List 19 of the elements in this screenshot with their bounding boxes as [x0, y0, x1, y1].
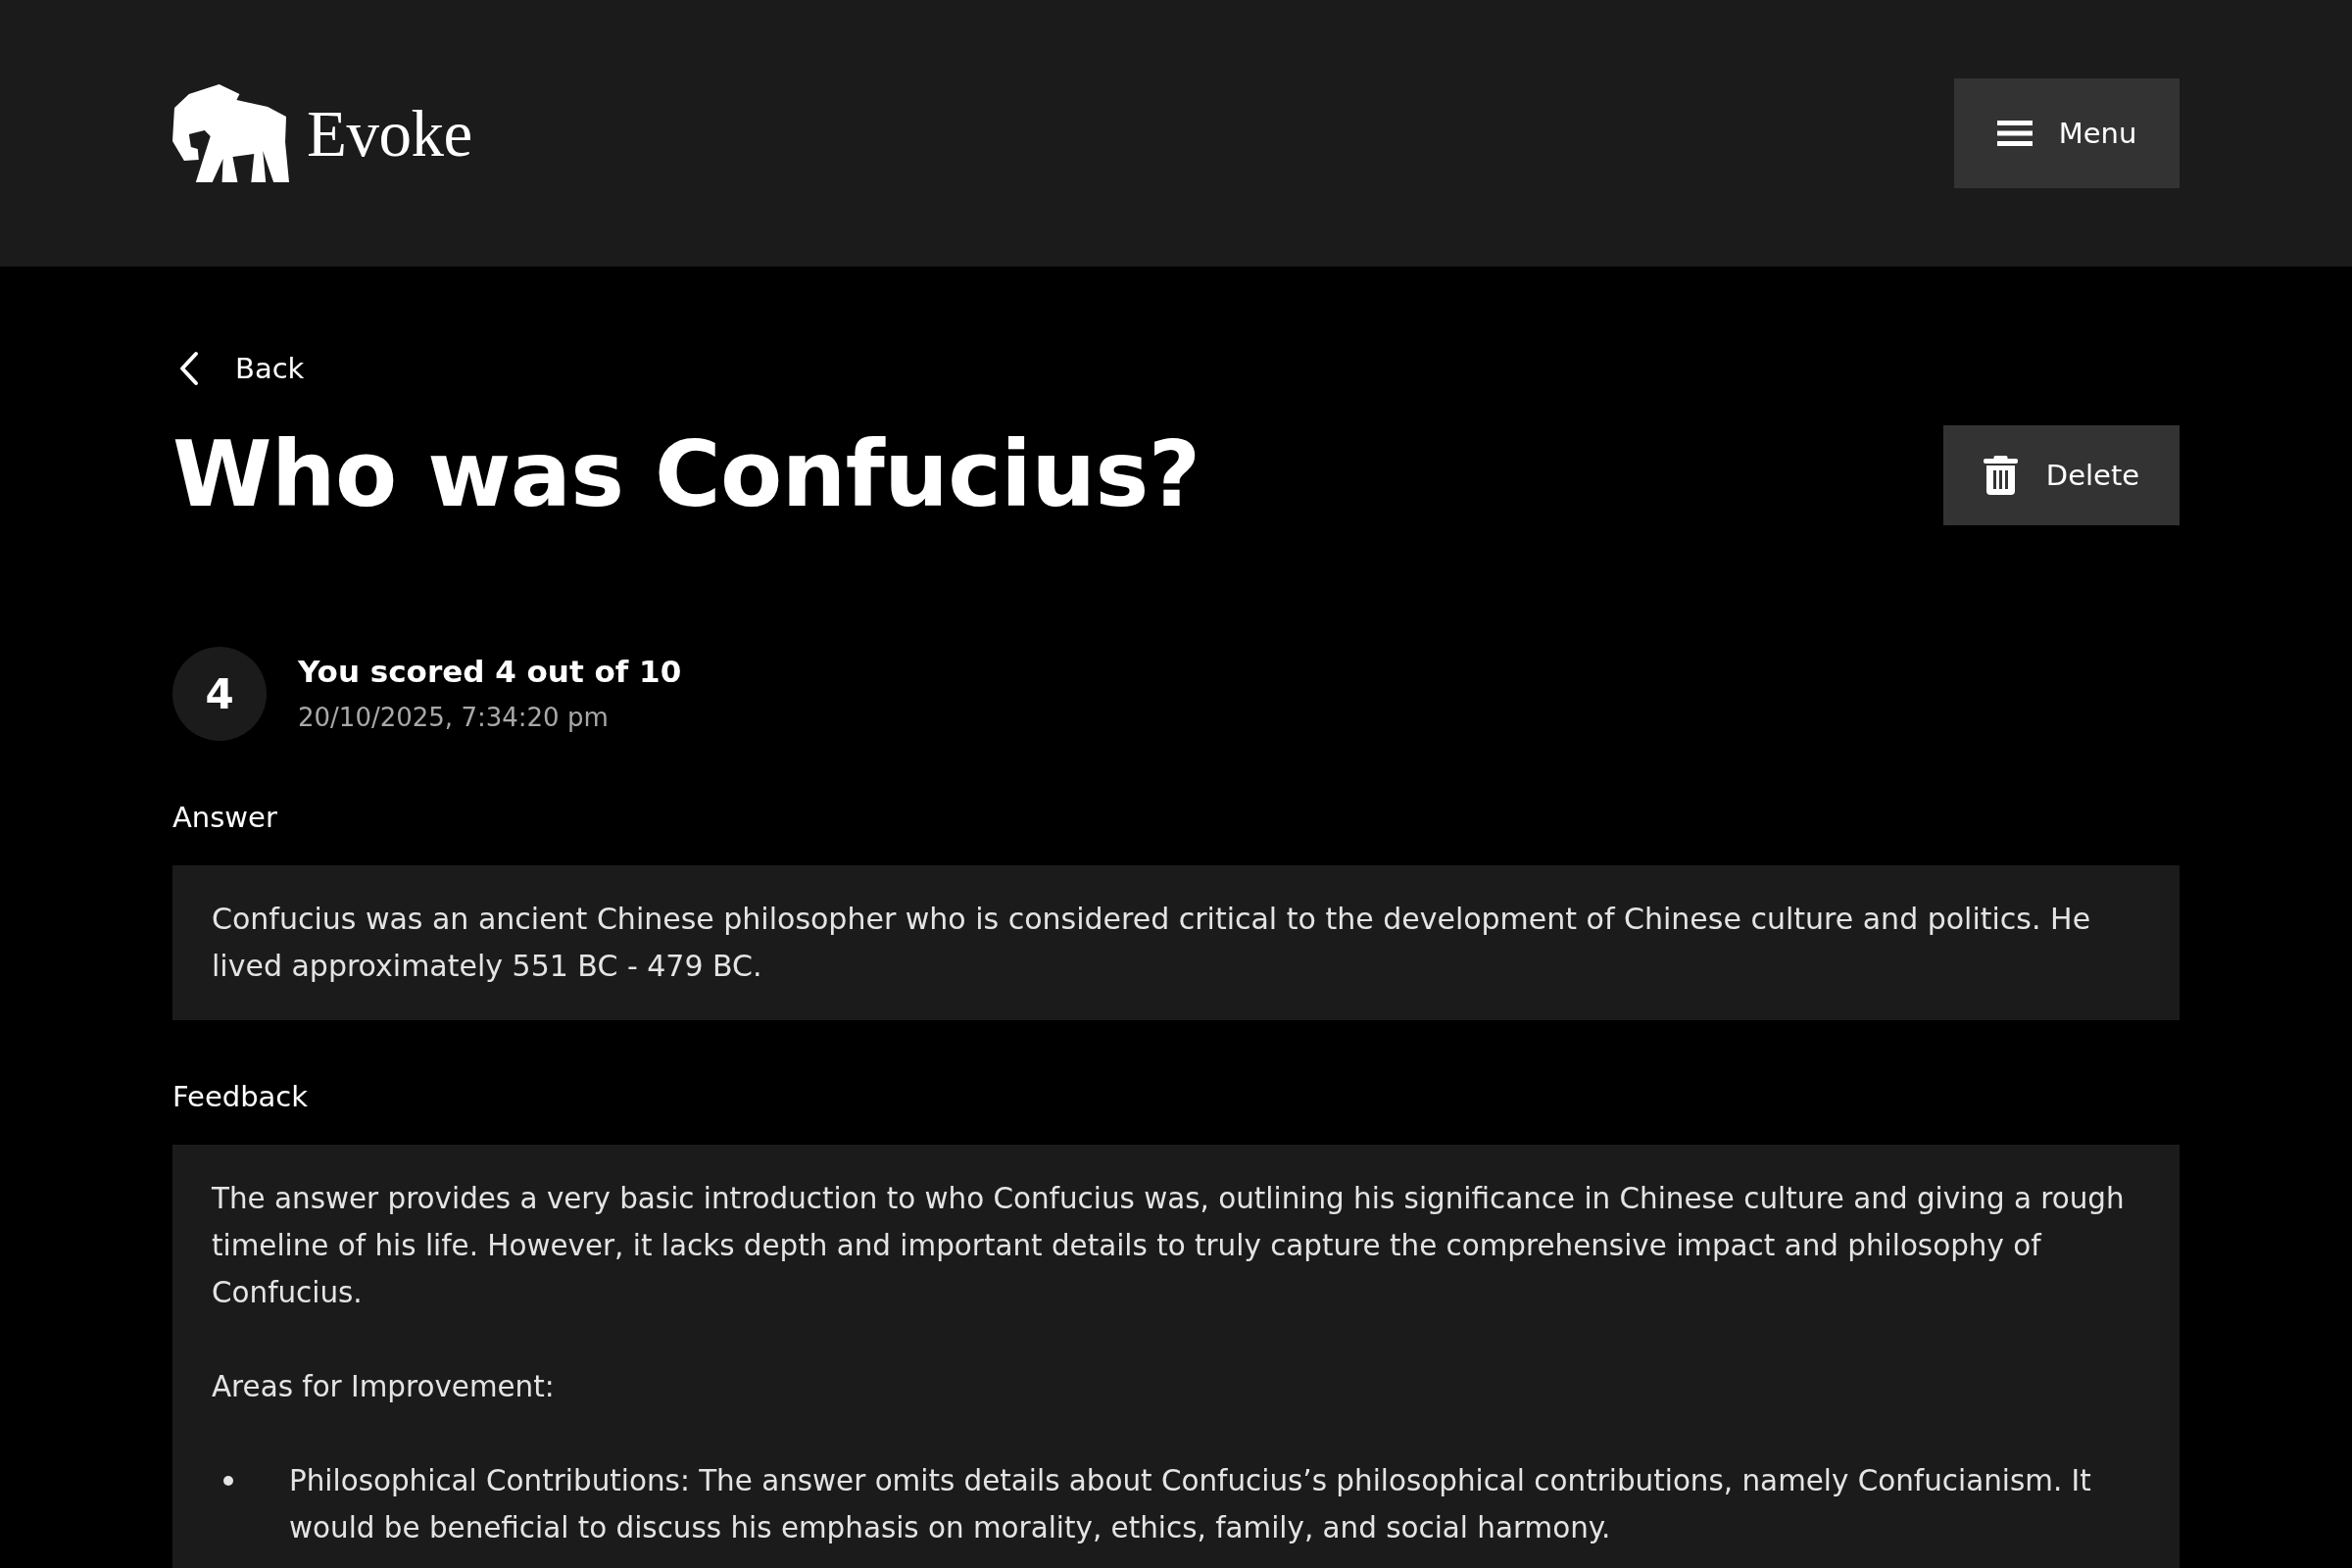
feedback-paragraph: The answer provides a very basic introduction to who Confucius was, outlining his significance in Chinese culture and giving a rough timeline of his life. However, it lacks depth and important details to truly capture the comprehensive impact and philosophy of Confucius. — [212, 1181, 2126, 1311]
feedback-bullet-text: Philosophical Contributions: The answer omits details about Confucius’s philosophical contributions, namely Confucianism. It would be beneficial to discuss his emphasis on morality, ethics, family, and social harmony. — [289, 1463, 2092, 1546]
trash-icon — [1983, 456, 2018, 495]
score-timestamp: 20/10/2025, 7:34:20 pm — [298, 702, 610, 734]
score-badge: 4 — [172, 647, 267, 741]
menu-button[interactable]: Menu — [1954, 78, 2180, 188]
chevron-left-icon — [178, 351, 200, 386]
elephant-icon — [172, 84, 289, 182]
bullet-icon — [223, 1476, 233, 1486]
back-link[interactable]: Back — [172, 349, 305, 388]
menu-icon — [1996, 121, 2033, 146]
score-summary: You scored 4 out of 10 — [298, 653, 682, 691]
answer-label: Answer — [172, 800, 277, 836]
delete-button[interactable]: Delete — [1943, 425, 2180, 525]
logo-wordmark: Evoke — [307, 96, 472, 172]
answer-paragraph: Confucius was an ancient Chinese philosopher who is considered critical to the development of Chinese culture and politics. He lived approximately 551 BC - 479 BC. — [212, 901, 2092, 985]
feedback-label: Feedback — [172, 1079, 309, 1115]
page-title: Who was Confucius? — [172, 425, 1200, 525]
feedback-paragraph: Areas for Improvement: — [212, 1369, 556, 1405]
